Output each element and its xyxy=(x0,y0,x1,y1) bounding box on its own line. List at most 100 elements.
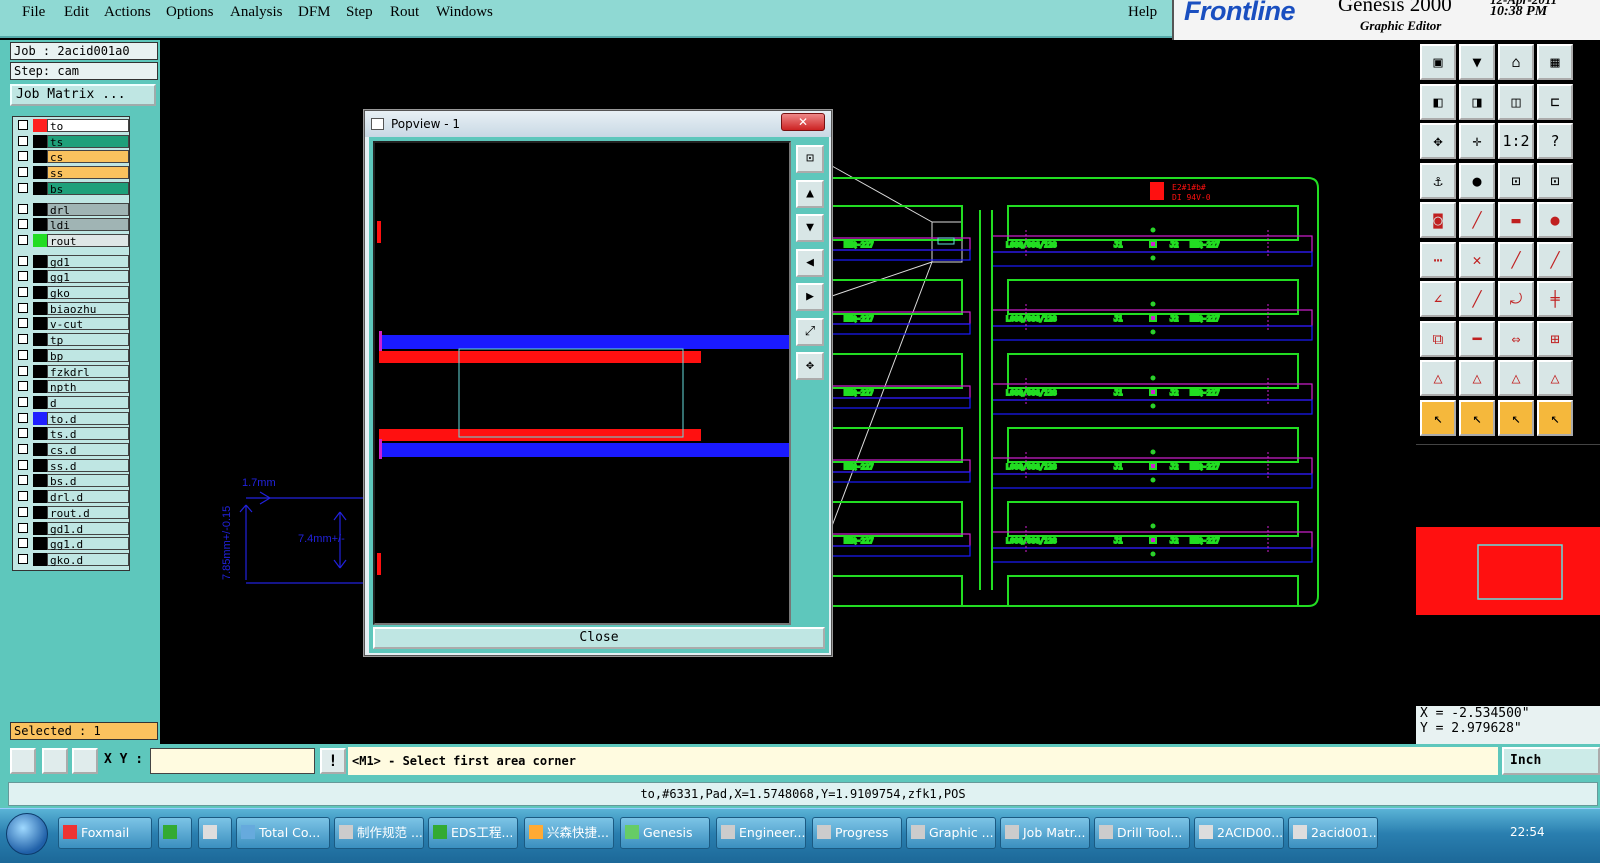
layer-row-ts[interactable]: ts xyxy=(15,134,129,149)
layer-checkbox[interactable] xyxy=(18,334,28,345)
taskbar-item[interactable] xyxy=(198,817,232,849)
zoom-in-icon[interactable]: ▲ xyxy=(796,179,824,208)
taskbar-item[interactable]: Drill Tool... xyxy=(1094,817,1190,849)
taskbar-item[interactable]: 兴森快捷... xyxy=(524,817,614,849)
zoom-icon[interactable]: ▦ xyxy=(1537,44,1573,80)
layer-checkbox[interactable] xyxy=(18,271,28,282)
taskbar-item[interactable]: Job Matr... xyxy=(1000,817,1090,849)
menu-step[interactable]: Step xyxy=(346,4,373,21)
layer-row-ss.d[interactable]: ss.d xyxy=(15,458,129,473)
node-icon[interactable]: ⋯ xyxy=(1420,241,1456,278)
taskbar-item[interactable]: EDS工程... xyxy=(428,817,518,849)
step-icon[interactable]: ╱ xyxy=(1537,241,1573,278)
taskbar-item[interactable]: 2ACID00... xyxy=(1194,817,1284,849)
menu-edit[interactable]: Edit xyxy=(64,4,89,21)
rout-icon[interactable]: ⊡ xyxy=(1537,162,1573,199)
layer-row-bs.d[interactable]: bs.d xyxy=(15,474,129,488)
layer-checkbox[interactable] xyxy=(18,182,28,193)
layer-checkbox[interactable] xyxy=(18,459,28,470)
job-matrix-button[interactable]: Job Matrix ... xyxy=(10,84,156,106)
menu-file[interactable]: File xyxy=(22,4,45,21)
layer-row-to[interactable]: to xyxy=(15,119,129,133)
layer-checkbox[interactable] xyxy=(18,522,28,533)
taskbar-item[interactable]: 制作规范 ... xyxy=(334,817,424,849)
layer-row-gko[interactable]: gko xyxy=(15,286,129,300)
next-icon[interactable]: ◨ xyxy=(1459,83,1495,120)
feature-icon[interactable]: ● xyxy=(1459,162,1495,199)
curve-icon[interactable]: ⤾ xyxy=(1498,281,1534,317)
layer-row-to.d[interactable]: to.d xyxy=(15,411,129,426)
taskbar-item[interactable]: Engineer... xyxy=(716,817,806,849)
layer-row-bp[interactable]: bp xyxy=(15,348,129,363)
layer-row-rout.d[interactable]: rout.d xyxy=(15,505,129,520)
layer-checkbox[interactable] xyxy=(18,234,28,245)
layer-checkbox[interactable] xyxy=(18,287,28,297)
fit-icon[interactable]: ⤢ xyxy=(796,317,824,346)
menu-actions[interactable]: Actions xyxy=(104,4,151,21)
pan-icon[interactable]: ⊏ xyxy=(1537,83,1573,120)
start-button[interactable] xyxy=(6,813,48,855)
popview-canvas[interactable] xyxy=(373,141,791,625)
taskbar-item[interactable]: Progress xyxy=(812,817,902,849)
layer-row-d[interactable]: d xyxy=(15,395,129,410)
layer-row-gd1.d[interactable]: gd1.d xyxy=(15,521,129,536)
menu-options[interactable]: Options xyxy=(166,4,214,21)
layer-checkbox[interactable] xyxy=(18,538,28,549)
zoom-out-icon[interactable]: ▼ xyxy=(796,214,824,242)
layer-checkbox[interactable] xyxy=(18,396,28,407)
menu-analysis[interactable]: Analysis xyxy=(230,4,283,21)
angle-icon[interactable]: ∠ xyxy=(1420,281,1456,317)
tri-icon[interactable]: △ xyxy=(1420,360,1456,396)
ratio-icon[interactable]: 1:2 xyxy=(1498,123,1534,159)
menu-help[interactable]: Help xyxy=(1128,4,1157,21)
layer-row-cs.d[interactable]: cs.d xyxy=(15,443,129,457)
taskbar-item[interactable]: Graphic ... xyxy=(906,817,996,849)
resize-icon[interactable]: ⇔ xyxy=(1498,320,1534,357)
taskbar-item[interactable]: Total Co... xyxy=(236,817,330,849)
grid-icon[interactable] xyxy=(72,748,98,774)
prev-icon[interactable]: ◧ xyxy=(1420,83,1456,120)
layer-row-cs[interactable]: cs xyxy=(15,150,129,164)
popview-close-button[interactable]: Close xyxy=(373,627,825,649)
pad-icon[interactable]: ◙ xyxy=(1420,202,1456,238)
layer-row-ts.d[interactable]: ts.d xyxy=(15,427,129,441)
close-icon[interactable]: ✕ xyxy=(781,113,825,131)
open-icon[interactable]: ▣ xyxy=(1420,44,1456,80)
taskbar-item[interactable]: Genesis xyxy=(620,817,710,849)
layer-row-tp[interactable]: tp xyxy=(15,333,129,347)
layer-row-fzkdrl[interactable]: fzkdrl xyxy=(15,364,129,379)
pointer-icon[interactable]: ↖ xyxy=(1420,399,1456,436)
layer-checkbox[interactable] xyxy=(18,349,28,360)
center-icon[interactable]: ✥ xyxy=(796,352,824,380)
layer-checkbox[interactable] xyxy=(18,491,28,502)
layer-row-ss[interactable]: ss xyxy=(15,166,129,180)
menu-rout[interactable]: Rout xyxy=(390,4,419,21)
layer-row-gko.d[interactable]: gko.d xyxy=(15,552,129,567)
select2-icon[interactable]: ↖ xyxy=(1498,399,1534,436)
layer-checkbox[interactable] xyxy=(18,151,28,162)
layer-checkbox[interactable] xyxy=(18,318,28,329)
layer-checkbox[interactable] xyxy=(18,475,28,486)
layer-row-ldi[interactable]: ldi xyxy=(15,218,129,232)
save-icon[interactable]: ▼ xyxy=(1459,44,1495,80)
layer-checkbox[interactable] xyxy=(18,120,28,130)
layer-checkbox[interactable] xyxy=(18,219,28,230)
pan-left-icon[interactable]: ◀ xyxy=(796,248,824,277)
layer-row-gd1[interactable]: gd1 xyxy=(15,254,129,269)
zoom-in-icon[interactable]: ✛ xyxy=(1459,123,1495,159)
group-icon[interactable]: ⊞ xyxy=(1537,320,1573,357)
layer-row-drl[interactable]: drl xyxy=(15,202,129,217)
overview-minimap[interactable] xyxy=(1416,444,1600,700)
fit-icon[interactable]: ◫ xyxy=(1498,83,1534,120)
layer-checkbox[interactable] xyxy=(18,412,28,423)
split-icon[interactable]: ╪ xyxy=(1537,281,1573,317)
shape-icon[interactable]: △ xyxy=(1537,360,1573,396)
circle-icon[interactable]: ● xyxy=(1537,202,1573,238)
taskbar-item[interactable]: 2acid001... xyxy=(1288,817,1378,849)
ruler-icon[interactable]: ▬ xyxy=(1498,202,1534,238)
select-icon[interactable]: ↖ xyxy=(1459,399,1495,436)
arc-icon[interactable]: ╱ xyxy=(1498,241,1534,278)
select3-icon[interactable]: ↖ xyxy=(1537,399,1573,436)
snap-icon[interactable]: ⚓ xyxy=(1420,162,1456,199)
help-icon[interactable]: ? xyxy=(1537,123,1573,159)
